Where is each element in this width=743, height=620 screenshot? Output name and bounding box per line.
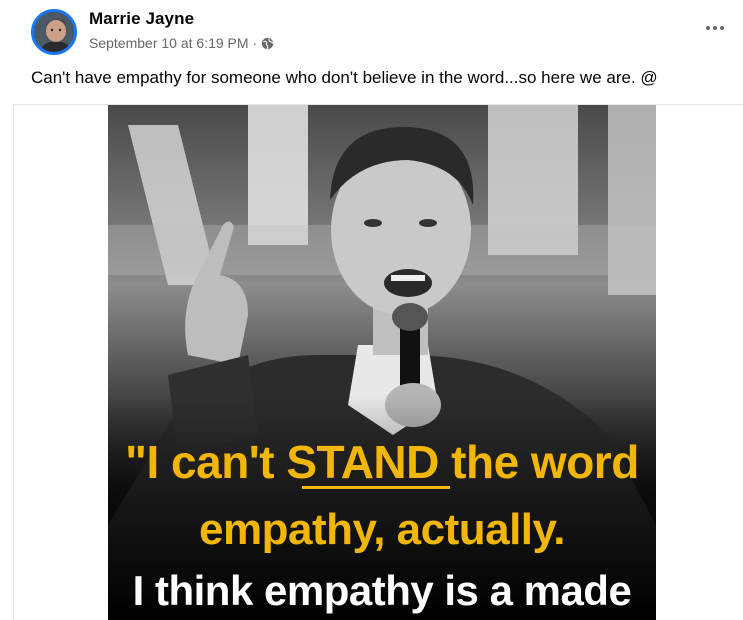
meta-separator: · <box>252 35 258 51</box>
quote-line-2: empathy, actually. <box>199 505 565 554</box>
globe-icon[interactable] <box>261 37 274 50</box>
post-caption: Can't have empathy for someone who don't… <box>31 68 658 87</box>
more-options-icon[interactable] <box>701 14 729 42</box>
more-dot-icon <box>706 26 710 30</box>
avatar-image <box>34 12 74 52</box>
author-name[interactable]: Marrie Jayne <box>89 9 194 29</box>
content-border <box>13 104 14 620</box>
facebook-post: Marrie Jayne September 10 at 6:19 PM · C… <box>0 0 743 620</box>
more-dot-icon <box>720 26 724 30</box>
quote-underline <box>302 486 450 489</box>
quote-line-1: "I can't STAND the word <box>125 436 639 488</box>
more-dot-icon <box>713 26 717 30</box>
post-meta: September 10 at 6:19 PM · <box>89 35 274 51</box>
post-header: Marrie Jayne September 10 at 6:19 PM · <box>0 0 743 62</box>
post-timestamp[interactable]: September 10 at 6:19 PM <box>89 35 249 51</box>
quote-line-3: I think empathy is a made <box>132 567 632 614</box>
post-image[interactable]: "I can't STAND the word empathy, actuall… <box>108 105 656 620</box>
author-avatar[interactable] <box>31 9 77 55</box>
